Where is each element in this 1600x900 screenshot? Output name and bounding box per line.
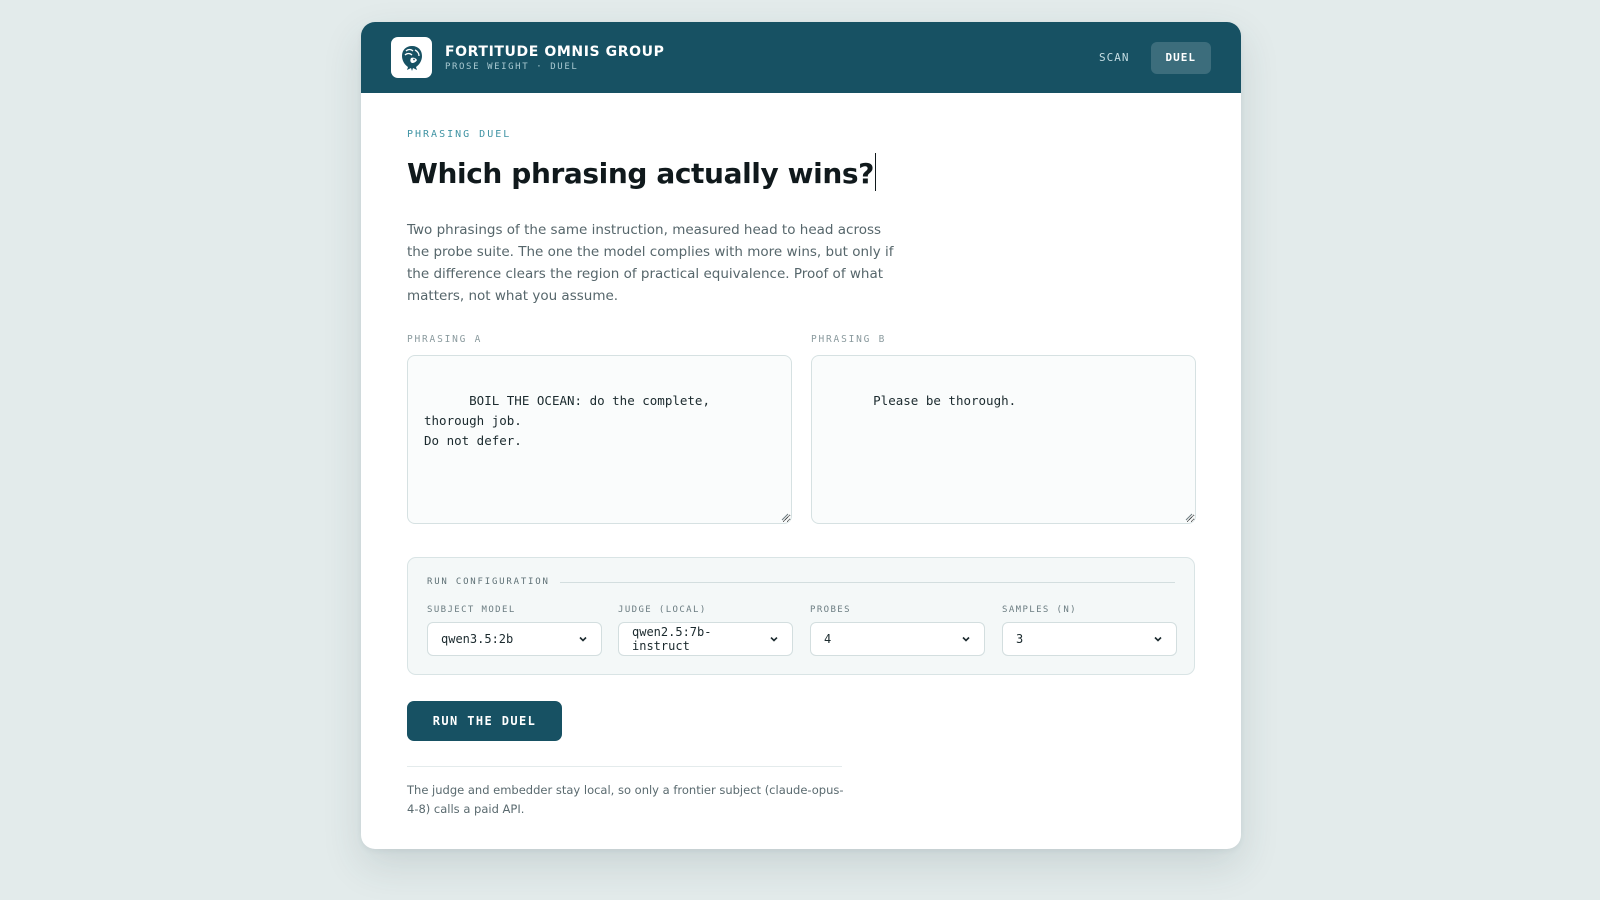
chevron-down-icon — [579, 636, 587, 642]
phrasing-a-value: BOIL THE OCEAN: do the complete, thoroug… — [424, 393, 710, 448]
run-duel-button[interactable]: RUN THE DUEL — [407, 701, 562, 741]
chevron-down-icon — [962, 636, 970, 642]
eyebrow: PHRASING DUEL — [407, 129, 512, 140]
footnote: The judge and embedder stay local, so on… — [407, 783, 844, 816]
subject-model-value: qwen3.5:2b — [441, 632, 514, 646]
page-title-text: Which phrasing actually wins? — [407, 157, 874, 190]
text-caret — [874, 153, 877, 191]
brand-subtitle: PROSE WEIGHT · DUEL — [445, 61, 579, 72]
config-title: RUN CONFIGURATION — [427, 577, 560, 587]
page-title: Which phrasing actually wins? — [407, 153, 877, 191]
samples-value: 3 — [1016, 632, 1024, 646]
phrasing-a-label: PHRASING A — [407, 334, 483, 345]
probes-value: 4 — [824, 632, 832, 646]
judge-label: JUDGE (LOCAL) — [618, 605, 707, 615]
main-card: FORTITUDE OMNIS GROUP PROSE WEIGHT · DUE… — [361, 22, 1241, 849]
samples-label: SAMPLES (N) — [1002, 605, 1078, 615]
judge-value: qwen2.5:7b-instruct — [632, 625, 712, 653]
chevron-down-icon — [770, 636, 778, 642]
subject-model-label: SUBJECT MODEL — [427, 605, 516, 615]
brand-name: FORTITUDE OMNIS GROUP — [445, 43, 665, 60]
lede: Two phrasings of the same instruction, m… — [407, 222, 894, 304]
run-configuration: RUN CONFIGURATION SUBJECT MODEL JUDGE (L… — [407, 557, 1195, 675]
top-bar: FORTITUDE OMNIS GROUP PROSE WEIGHT · DUE… — [361, 22, 1241, 93]
phrasing-b-label: PHRASING B — [811, 334, 887, 345]
phrasing-b-value: Please be thorough. — [873, 393, 1017, 408]
top-nav: SCAN DUEL — [1086, 41, 1211, 74]
footer-divider — [407, 766, 842, 767]
lion-head-icon — [401, 45, 422, 71]
chevron-down-icon — [1154, 636, 1162, 642]
samples-select[interactable]: 3 — [1002, 622, 1177, 656]
brand: FORTITUDE OMNIS GROUP PROSE WEIGHT · DUE… — [445, 44, 664, 72]
judge-select[interactable]: qwen2.5:7b-instruct — [618, 622, 793, 656]
probes-label: PROBES — [810, 605, 851, 615]
phrasing-a-input[interactable]: BOIL THE OCEAN: do the complete, thoroug… — [407, 355, 792, 524]
logo[interactable] — [391, 37, 432, 78]
probes-select[interactable]: 4 — [810, 622, 985, 656]
resize-grip-icon[interactable] — [781, 513, 789, 521]
phrasing-b-input[interactable]: Please be thorough. — [811, 355, 1196, 524]
nav-scan[interactable]: SCAN — [1086, 42, 1143, 73]
resize-grip-icon[interactable] — [1185, 513, 1193, 521]
nav-duel[interactable]: DUEL — [1150, 41, 1211, 74]
subject-model-select[interactable]: qwen3.5:2b — [427, 622, 602, 656]
